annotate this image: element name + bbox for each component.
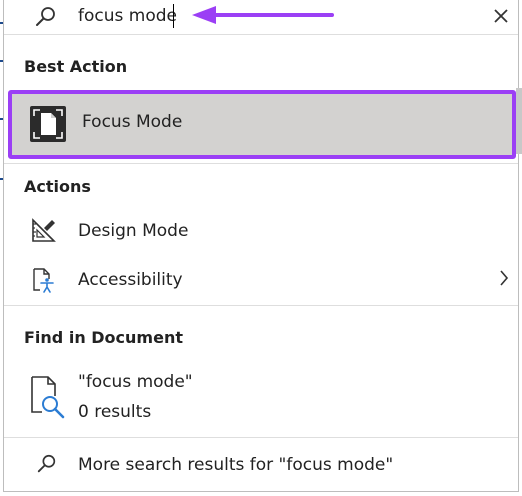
search-icon <box>37 454 56 473</box>
best-action-focus-mode[interactable]: Focus Mode <box>8 90 516 159</box>
search-bar: focus mode <box>4 0 518 34</box>
search-input[interactable]: focus mode <box>78 3 177 29</box>
find-in-document-header: Find in Document <box>24 328 183 347</box>
scrollbar-thumb[interactable] <box>516 88 522 154</box>
accessibility-icon <box>33 268 54 293</box>
actions-header: Actions <box>24 177 91 196</box>
design-mode-icon <box>32 218 56 242</box>
search-icon <box>36 7 55 26</box>
focus-mode-icon <box>30 106 66 142</box>
more-search-results-link[interactable]: More search results for "focus mode" <box>78 455 393 475</box>
action-accessibility[interactable]: Accessibility <box>4 258 518 304</box>
action-label: Accessibility <box>78 270 183 290</box>
action-label: Design Mode <box>78 221 189 241</box>
find-result-title[interactable]: "focus mode" <box>78 372 193 392</box>
text-caret <box>173 4 174 28</box>
action-design-mode[interactable]: Design Mode <box>4 209 518 255</box>
find-result-count: 0 results <box>78 402 152 422</box>
divider <box>4 437 518 438</box>
best-action-label: Focus Mode <box>82 112 183 132</box>
close-icon[interactable] <box>490 5 512 27</box>
document-search-icon <box>31 376 65 419</box>
divider <box>4 305 518 306</box>
divider <box>4 163 518 164</box>
divider <box>4 34 518 35</box>
best-action-header: Best Action <box>24 57 128 76</box>
arrow-annotation-icon <box>192 6 334 24</box>
chevron-right-icon[interactable] <box>497 268 511 288</box>
search-dropdown-panel: focus mode Best Action Focus Mode Action… <box>3 0 522 492</box>
